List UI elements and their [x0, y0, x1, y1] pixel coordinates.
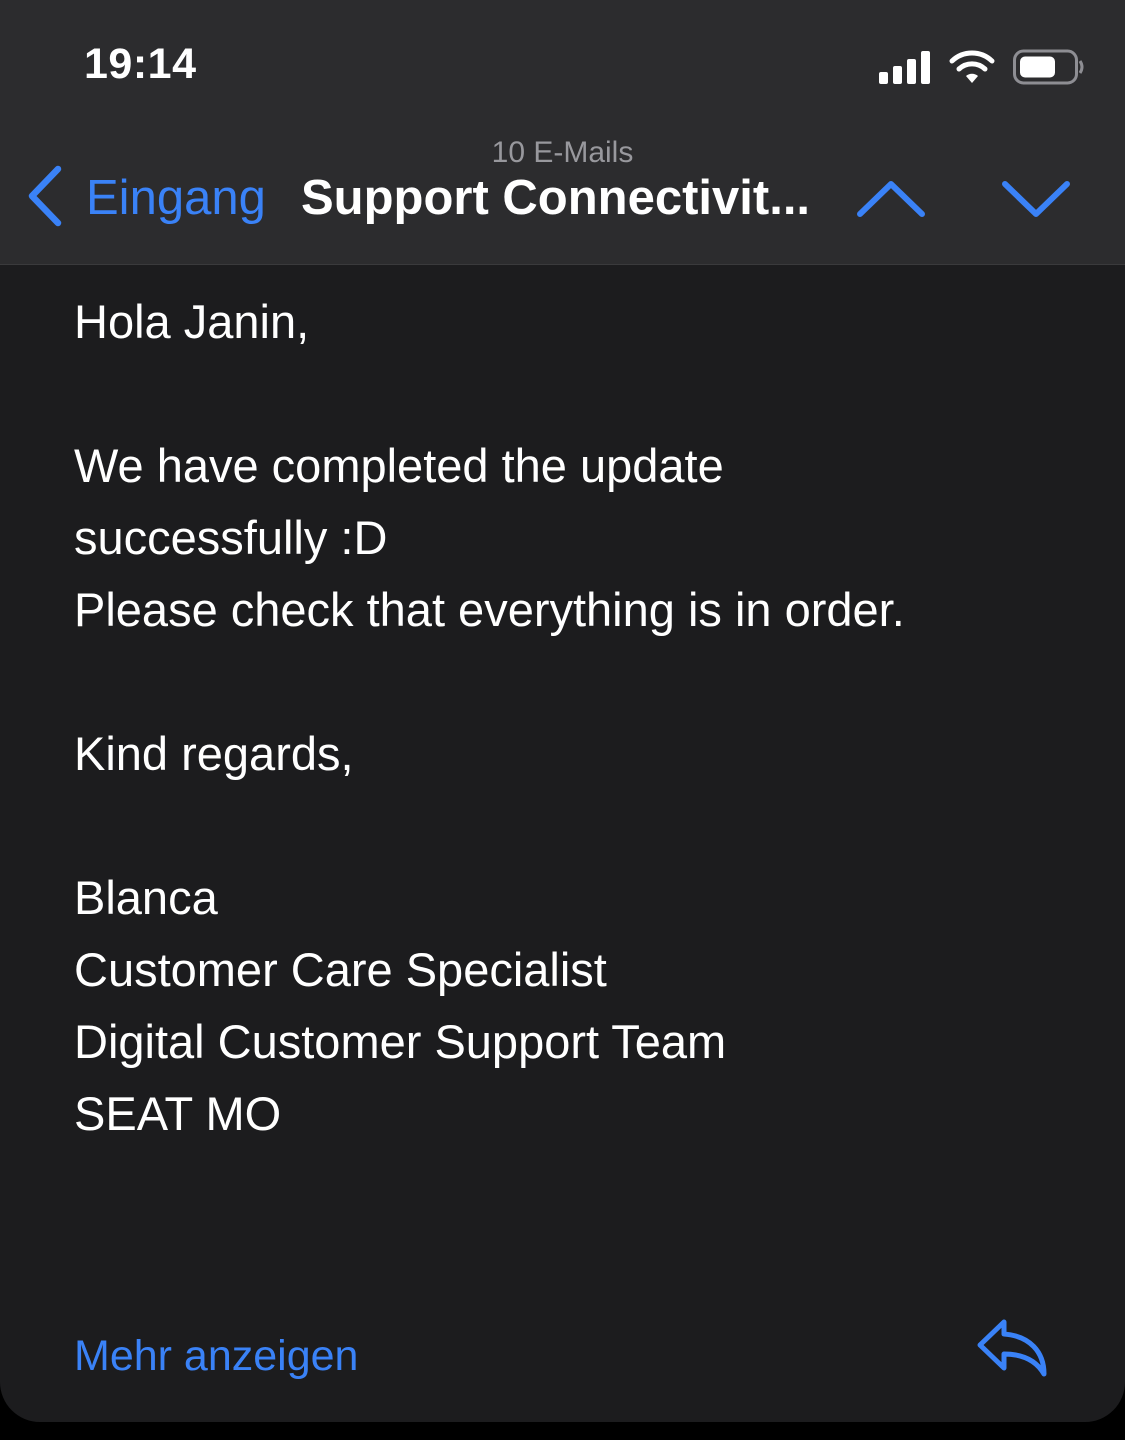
cellular-signal-icon [879, 50, 931, 89]
back-button[interactable]: Eingang [26, 165, 266, 232]
top-bar: 19:14 10 E-Mails Eingang Support Connect… [0, 0, 1125, 265]
signature-team: Digital Customer Support Team [74, 1015, 727, 1068]
next-mail-button[interactable] [998, 168, 1074, 228]
signature-name: Blanca [74, 871, 218, 924]
mail-body-line: Please check that everything is in order… [74, 583, 905, 636]
mail-body-line: successfully :D [74, 511, 388, 564]
chevron-left-icon [26, 165, 64, 232]
chevron-down-icon [1002, 181, 1070, 217]
reply-icon [977, 1319, 1047, 1377]
mail-closing: Kind regards, [74, 727, 354, 780]
wifi-icon [949, 50, 995, 89]
mail-screen: 19:14 10 E-Mails Eingang Support Connect… [0, 0, 1125, 1422]
battery-icon [1013, 49, 1085, 90]
signature-role: Customer Care Specialist [74, 943, 607, 996]
reply-button[interactable] [972, 1312, 1052, 1382]
status-icons [879, 46, 1085, 92]
previous-mail-button[interactable] [853, 168, 929, 228]
chevron-up-icon [857, 181, 925, 217]
mail-count-subtitle: 10 E-Mails [491, 136, 634, 169]
mail-greeting: Hola Janin, [74, 295, 310, 348]
mail-body: Hola Janin, We have completed the update… [74, 286, 1074, 1150]
signature-company: SEAT MO [74, 1087, 282, 1140]
show-more-link[interactable]: Mehr anzeigen [74, 1332, 358, 1381]
status-time: 19:14 [84, 40, 197, 88]
mail-body-line: We have completed the update [74, 439, 724, 492]
mail-subject-title: Support Connectivit... [301, 171, 811, 225]
back-label: Eingang [86, 171, 266, 225]
